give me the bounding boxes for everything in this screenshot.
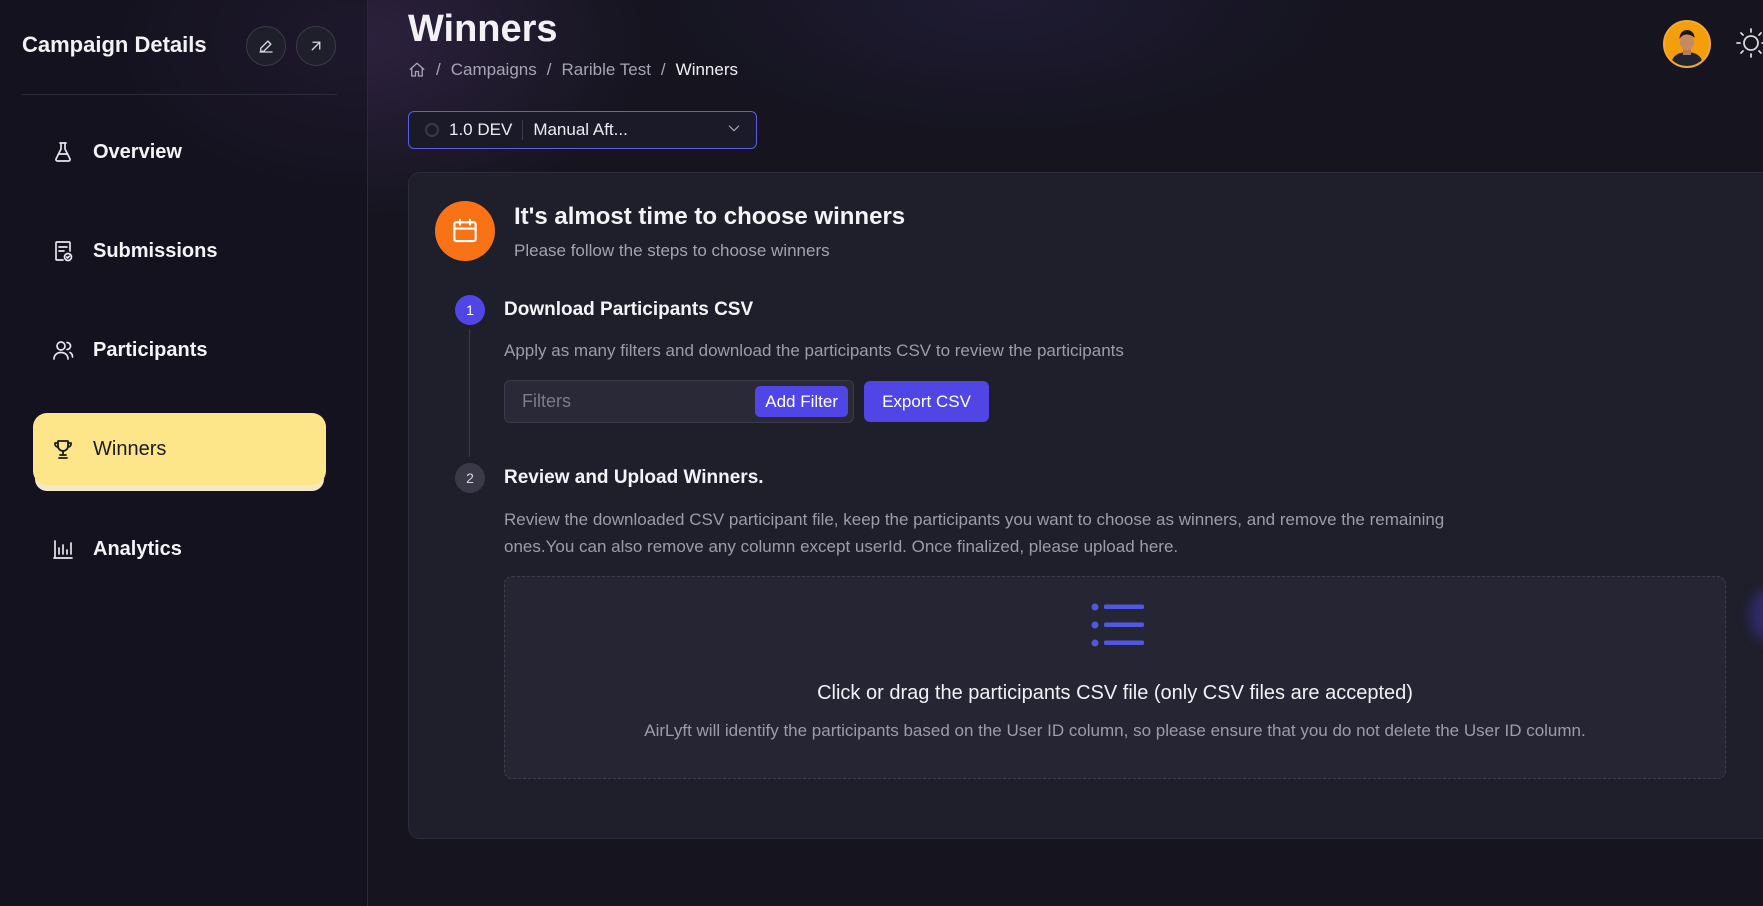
sidebar-item-label: Winners xyxy=(93,437,167,460)
version-selected-value: Manual Aft... xyxy=(533,120,628,139)
sidebar-item-label: Analytics xyxy=(93,537,182,560)
step-number-badge: 1 xyxy=(455,295,485,325)
step-description-line: Review the downloaded CSV participant fi… xyxy=(504,510,1445,529)
sidebar-item-submissions[interactable]: Submissions xyxy=(33,215,326,287)
chevron-down-icon xyxy=(726,120,742,141)
breadcrumb-separator: / xyxy=(546,60,552,79)
open-campaign-button[interactable] xyxy=(296,26,336,66)
home-icon[interactable] xyxy=(408,61,426,79)
breadcrumb: / Campaigns / Rarible Test / Winners xyxy=(408,60,738,80)
sidebar-item-overview[interactable]: Overview xyxy=(33,116,326,188)
sidebar-item-label: Submissions xyxy=(93,239,218,262)
choose-winners-card: It's almost time to choose winners Pleas… xyxy=(408,172,1763,839)
pencil-icon xyxy=(259,40,273,53)
dropzone-subtitle: AirLyft will identify the participants b… xyxy=(644,721,1586,740)
step-connector xyxy=(469,329,470,457)
sidebar-title: Campaign Details xyxy=(22,32,207,57)
breadcrumb-current: Winners xyxy=(675,60,739,79)
calendar-icon xyxy=(435,201,495,261)
sidebar-item-analytics[interactable]: Analytics xyxy=(33,513,326,585)
step-description: Apply as many filters and download the p… xyxy=(504,341,1124,360)
document-check-icon xyxy=(49,237,77,265)
theme-toggle-sun-icon[interactable] xyxy=(1734,26,1763,60)
breadcrumb-separator: / xyxy=(436,60,441,79)
step-description-line: ones.You can also remove any column exce… xyxy=(504,537,1179,556)
card-subtitle: Please follow the steps to choose winner… xyxy=(514,241,830,260)
users-icon xyxy=(49,336,77,364)
dropzone-title: Click or drag the participants CSV file … xyxy=(817,682,1413,704)
card-title: It's almost time to choose winners xyxy=(514,203,906,230)
edit-campaign-button[interactable] xyxy=(246,26,286,66)
sidebar-item-winners[interactable]: Winners xyxy=(33,413,326,485)
export-csv-button[interactable]: Export CSV xyxy=(864,381,989,422)
step-title: Review and Upload Winners. xyxy=(504,467,764,488)
filters-input[interactable]: Filters Add Filter xyxy=(504,380,854,423)
step-title: Download Participants CSV xyxy=(504,299,754,320)
sidebar-item-label: Overview xyxy=(93,140,182,163)
sidebar: Campaign Details Overview Submissions Pa… xyxy=(0,0,368,906)
add-filter-button[interactable]: Add Filter xyxy=(755,386,848,417)
sidebar-item-label: Participants xyxy=(93,338,208,361)
filters-placeholder: Filters xyxy=(522,391,571,411)
version-select[interactable]: 1.0 DEV Manual Aft... xyxy=(408,111,757,149)
sidebar-header: Campaign Details xyxy=(22,22,337,95)
breadcrumb-separator: / xyxy=(660,60,666,79)
breadcrumb-campaign[interactable]: Rarible Test xyxy=(561,60,650,80)
flask-icon xyxy=(49,138,77,166)
trophy-icon xyxy=(49,435,77,463)
step-number-badge: 2 xyxy=(455,463,485,493)
page-title: Winners xyxy=(408,8,558,50)
loading-spinner-icon xyxy=(425,123,439,137)
user-avatar[interactable] xyxy=(1663,20,1711,68)
sidebar-item-participants[interactable]: Participants xyxy=(33,314,326,386)
bar-chart-icon xyxy=(49,535,77,563)
breadcrumb-campaigns[interactable]: Campaigns xyxy=(451,60,537,80)
version-label: 1.0 DEV xyxy=(449,120,524,140)
csv-upload-dropzone[interactable]: Click or drag the participants CSV file … xyxy=(504,576,1726,779)
list-icon xyxy=(1090,601,1146,656)
arrow-up-right-icon xyxy=(311,41,321,51)
